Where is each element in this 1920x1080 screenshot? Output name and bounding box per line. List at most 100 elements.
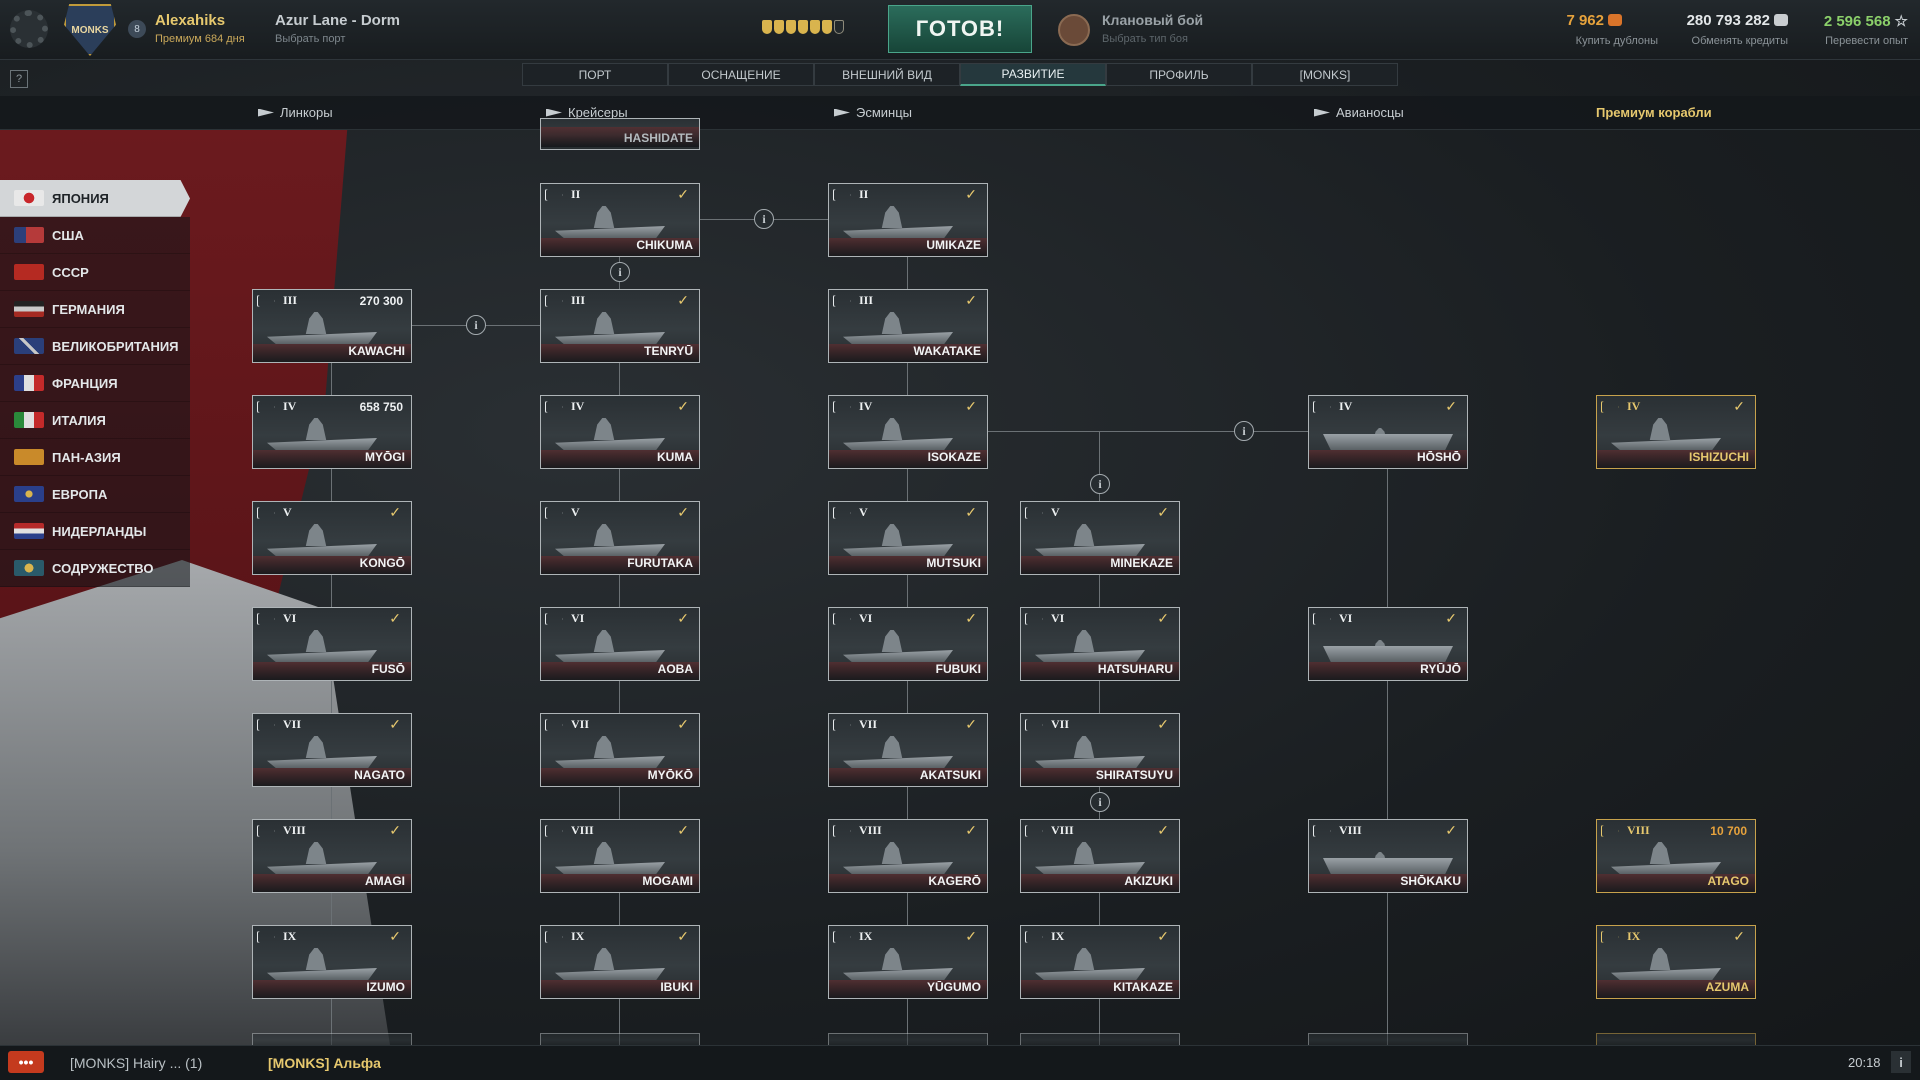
ship-card-kagero[interactable]: VIII ✓ KAGERŌ [828,819,988,893]
ship-card-kuma[interactable]: IV ✓ KUMA [540,395,700,469]
ship-card-tier-x-partial[interactable] [1308,1033,1468,1045]
port-name[interactable]: Azur Lane - Dorm [275,12,400,29]
ship-card-tier-x-partial[interactable] [1596,1033,1756,1045]
clan-battle-icon[interactable] [1058,14,1090,46]
ship-card-tier-x-partial[interactable] [252,1033,412,1045]
filter-destroyers[interactable]: Эсминцы [834,105,912,120]
username[interactable]: Alexahiks [155,12,225,29]
choose-port-link[interactable]: Выбрать порт [275,33,345,45]
battleship-class-icon [257,295,275,307]
ship-tier: V [283,505,292,519]
info-icon[interactable]: i [1090,792,1110,812]
ship-card-azuma[interactable]: IX ✓ AZUMA [1596,925,1756,999]
nation-japan[interactable]: ЯПОНИЯ [0,180,190,217]
info-icon[interactable]: i [1090,474,1110,494]
cruiser-class-icon [546,108,562,117]
filter-carriers[interactable]: Авианосцы [1314,105,1404,120]
clan-emblem-icon[interactable]: MONKS [64,4,116,56]
nation-france[interactable]: ФРАНЦИЯ [0,365,190,402]
info-icon[interactable]: i [754,209,774,229]
tab-port[interactable]: ПОРТ [522,63,668,86]
ship-card-kongo[interactable]: V ✓ KONGŌ [252,501,412,575]
nation-ussr[interactable]: СССР [0,254,190,291]
chat-button[interactable]: ••• [8,1051,44,1073]
ship-card-tier-x-partial[interactable] [828,1033,988,1045]
ship-card-shokaku[interactable]: VIII ✓ SHŌKAKU [1308,819,1468,893]
ship-card-aoba[interactable]: VI ✓ AOBA [540,607,700,681]
free-xp-balance[interactable]: 2 596 568 ☆ [1824,12,1908,30]
info-icon[interactable]: i [1234,421,1254,441]
tab-tech-tree[interactable]: РАЗВИТИЕ [960,63,1106,86]
filter-premium-ships[interactable]: Премиум корабли [1596,105,1712,120]
destroyer-class-icon [833,613,851,625]
ship-card-fuso[interactable]: VI ✓ FUSŌ [252,607,412,681]
tab-appearance[interactable]: ВНЕШНИЙ ВИД [814,63,960,86]
ship-card-akatsuki[interactable]: VII ✓ AKATSUKI [828,713,988,787]
ship-tier: VIII [859,823,882,837]
ship-card-chikuma[interactable]: II ✓ CHIKUMA [540,183,700,257]
credits-balance[interactable]: 280 793 282 [1687,12,1788,29]
ship-card-isokaze[interactable]: IV ✓ ISOKAZE [828,395,988,469]
ship-card-hosho[interactable]: IV ✓ HŌSHŌ [1308,395,1468,469]
ship-card-hashidate[interactable]: HASHIDATE [540,118,700,150]
settings-gear-icon[interactable] [10,10,48,48]
nation-usa[interactable]: США [0,217,190,254]
ship-price: 270 300 [359,294,403,308]
researched-check-icon: ✓ [389,610,401,626]
ship-name: SHŌKAKU [1400,874,1461,888]
clan-chat-link[interactable]: [MONKS] Альфа [268,1055,381,1071]
nation-netherlands[interactable]: НИДЕРЛАНДЫ [0,513,190,550]
ship-card-tier-x-partial[interactable] [540,1033,700,1045]
ship-card-mogami[interactable]: VIII ✓ MOGAMI [540,819,700,893]
ship-card-nagato[interactable]: VII ✓ NAGATO [252,713,412,787]
help-button[interactable]: ? [10,70,28,88]
buy-doubloons-link[interactable]: Купить дублоны [1576,35,1658,47]
convert-xp-link[interactable]: Перевести опыт [1825,35,1908,47]
ship-card-wakatake[interactable]: III ✓ WAKATAKE [828,289,988,363]
tab-clan[interactable]: [MONKS] [1252,63,1398,86]
ship-card-tier-x-partial[interactable] [1020,1033,1180,1045]
ship-card-atago[interactable]: VIII 10 700 ATAGO [1596,819,1756,893]
ship-card-tenryu[interactable]: III ✓ TENRYŪ [540,289,700,363]
nation-pan-asia[interactable]: ПАН-АЗИЯ [0,439,190,476]
info-icon[interactable]: i [610,262,630,282]
ship-card-myoko[interactable]: VII ✓ MYŌKŌ [540,713,700,787]
ship-card-mutsuki[interactable]: V ✓ MUTSUKI [828,501,988,575]
filter-battleships[interactable]: Линкоры [258,105,333,120]
ship-card-izumo[interactable]: IX ✓ IZUMO [252,925,412,999]
division-link[interactable]: [MONKS] Hairy ... (1) [70,1055,202,1071]
ship-card-ibuki[interactable]: IX ✓ IBUKI [540,925,700,999]
ship-card-myogi[interactable]: IV 658 750 MYŌGI [252,395,412,469]
filter-label: Эсминцы [856,105,913,120]
nation-italy[interactable]: ИТАЛИЯ [0,402,190,439]
nation-europe[interactable]: ЕВРОПА [0,476,190,513]
choose-battle-type[interactable]: Выбрать тип боя [1102,33,1188,45]
tab-profile[interactable]: ПРОФИЛЬ [1106,63,1252,86]
doubloons-balance[interactable]: 7 962 [1566,12,1622,29]
ship-card-kawachi[interactable]: III 270 300 KAWACHI [252,289,412,363]
ship-card-ishizuchi[interactable]: IV ✓ ISHIZUCHI [1596,395,1756,469]
ship-card-hatsuharu[interactable]: VI ✓ HATSUHARU [1020,607,1180,681]
ship-card-kitakaze[interactable]: IX ✓ KITAKAZE [1020,925,1180,999]
ship-card-yugumo[interactable]: IX ✓ YŪGUMO [828,925,988,999]
nation-commonwealth[interactable]: СОДРУЖЕСТВО [0,550,190,587]
info-button[interactable]: i [1891,1051,1911,1073]
ship-card-ryujo[interactable]: VI ✓ RYŪJŌ [1308,607,1468,681]
ready-button[interactable]: ГОТОВ! [888,5,1032,53]
ship-card-umikaze[interactable]: II ✓ UMIKAZE [828,183,988,257]
combat-missions-indicator[interactable] [762,20,844,34]
credits-value: 280 793 282 [1686,12,1770,29]
ship-card-shiratsuyu[interactable]: VII ✓ SHIRATSUYU [1020,713,1180,787]
ship-card-furutaka[interactable]: V ✓ FURUTAKA [540,501,700,575]
premium-days[interactable]: Премиум 684 дня [155,33,245,45]
ship-card-fubuki[interactable]: VI ✓ FUBUKI [828,607,988,681]
nation-uk[interactable]: ВЕЛИКОБРИТАНИЯ [0,328,190,365]
battle-type[interactable]: Клановый бой [1102,12,1203,28]
exchange-credits-link[interactable]: Обменять кредиты [1692,35,1788,47]
tab-equipment[interactable]: ОСНАЩЕНИЕ [668,63,814,86]
ship-card-amagi[interactable]: VIII ✓ AMAGI [252,819,412,893]
nation-germany[interactable]: ГЕРМАНИЯ [0,291,190,328]
ship-card-akizuki[interactable]: VIII ✓ AKIZUKI [1020,819,1180,893]
info-icon[interactable]: i [466,315,486,335]
ship-card-minekaze[interactable]: V ✓ MINEKAZE [1020,501,1180,575]
